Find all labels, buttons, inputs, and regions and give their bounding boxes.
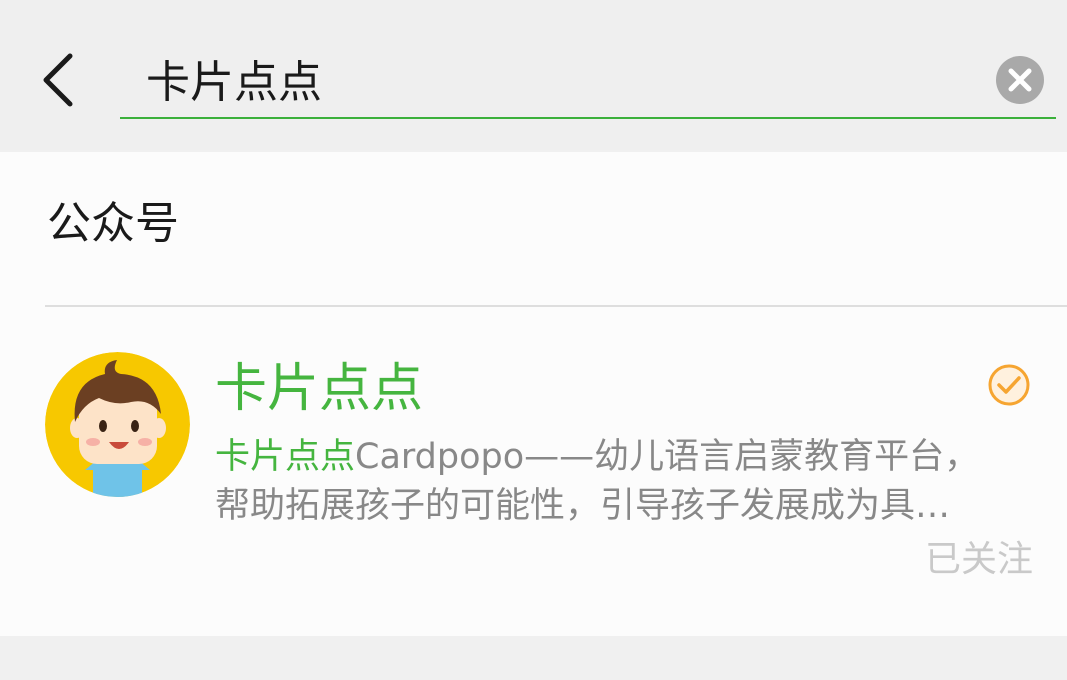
close-icon (1008, 68, 1032, 92)
follow-status: 已关注 (924, 539, 1033, 580)
search-bar (0, 0, 1067, 150)
section-title: 公众号 (47, 198, 179, 249)
search-underline (120, 117, 1056, 119)
description-line-1: 卡片点点Cardpopo——幼儿语言启蒙教育平台， (215, 433, 1035, 482)
chevron-left-icon (43, 53, 73, 107)
back-button[interactable] (30, 40, 90, 120)
account-name: 卡片点点 (215, 359, 424, 419)
results-panel: 公众号 卡片点点 卡片点点Cardpopo——幼儿语言启蒙教育平台， 帮助拓展孩… (0, 152, 1067, 636)
description-highlight: 卡片点点 (215, 437, 356, 477)
description-line-2: 帮助拓展孩子的可能性，引导孩子发展成为具… (215, 486, 951, 526)
official-account-result[interactable]: 卡片点点 卡片点点Cardpopo——幼儿语言启蒙教育平台， 帮助拓展孩子的可能… (0, 307, 1067, 636)
search-input[interactable] (120, 38, 980, 118)
description-line-1-text: Cardpopo——幼儿语言启蒙教育平台， (355, 437, 980, 477)
avatar (45, 352, 190, 497)
account-description: 卡片点点Cardpopo——幼儿语言启蒙教育平台， 帮助拓展孩子的可能性，引导孩… (215, 433, 1035, 531)
check-circle-icon (988, 364, 1030, 406)
clear-search-button[interactable] (996, 56, 1044, 104)
